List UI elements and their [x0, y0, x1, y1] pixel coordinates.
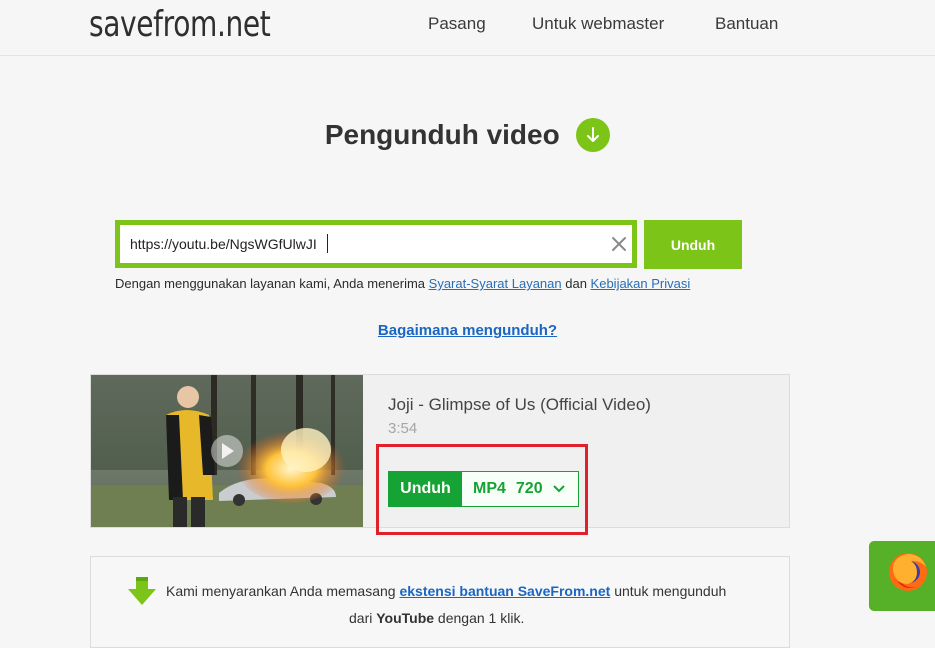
terms-middle: dan: [561, 276, 591, 291]
privacy-policy-link[interactable]: Kebijakan Privasi: [591, 276, 691, 291]
clear-icon[interactable]: [610, 235, 628, 253]
nav-install[interactable]: Pasang: [428, 14, 486, 34]
firefox-icon: [889, 553, 927, 591]
rec-text-1: Kami menyarankan Anda memasang: [166, 583, 400, 599]
extension-recommendation: Kami menyarankan Anda memasang ekstensi …: [90, 556, 790, 648]
nav-webmaster[interactable]: Untuk webmaster: [532, 14, 664, 34]
format-label: MP4: [473, 480, 506, 497]
quality-label: 720: [515, 480, 543, 497]
terms-prefix: Dengan menggunakan layanan kami, Anda me…: [115, 276, 429, 291]
terms-of-service-link[interactable]: Syarat-Syarat Layanan: [429, 276, 562, 291]
nav-help[interactable]: Bantuan: [715, 14, 778, 34]
download-arrow-icon: [128, 577, 156, 605]
recommendation-line-1: Kami menyarankan Anda memasang ekstensi …: [166, 583, 726, 599]
rec-text-3: dari: [349, 610, 377, 626]
recommendation-line-2: dari YouTube dengan 1 klik.: [349, 610, 524, 626]
howto-row: Bagaimana mengunduh?: [0, 322, 935, 340]
format-select[interactable]: MP4 720: [462, 472, 578, 506]
play-icon[interactable]: [211, 435, 243, 467]
extension-link[interactable]: ekstensi bantuan SaveFrom.net: [399, 583, 610, 599]
site-logo[interactable]: savefrom.net: [89, 4, 271, 45]
video-title: Joji - Glimpse of Us (Official Video): [388, 395, 651, 414]
video-thumbnail[interactable]: [91, 375, 363, 527]
url-input[interactable]: [130, 233, 590, 255]
rec-text-2: untuk mengunduh: [610, 583, 727, 599]
how-to-download-link[interactable]: Bagaimana mengunduh?: [378, 322, 557, 339]
chevron-down-icon: [552, 485, 565, 493]
page-title: Pengunduh video: [324, 119, 560, 150]
download-button[interactable]: Unduh: [389, 472, 462, 506]
download-control: Unduh MP4 720: [388, 471, 579, 507]
submit-download-button[interactable]: Unduh: [644, 220, 742, 269]
title-row: Pengunduh video: [0, 118, 935, 152]
browser-extension-badge[interactable]: [869, 541, 935, 611]
download-arrow-icon: [576, 118, 611, 152]
rec-text-4: dengan 1 klik.: [434, 610, 525, 626]
text-caret: [327, 234, 328, 253]
video-duration: 3:54: [388, 420, 418, 437]
terms-text: Dengan menggunakan layanan kami, Anda me…: [115, 276, 690, 291]
rec-youtube: YouTube: [376, 610, 435, 626]
header: savefrom.net Pasang Untuk webmaster Bant…: [0, 0, 935, 56]
url-input-box: [115, 220, 637, 268]
